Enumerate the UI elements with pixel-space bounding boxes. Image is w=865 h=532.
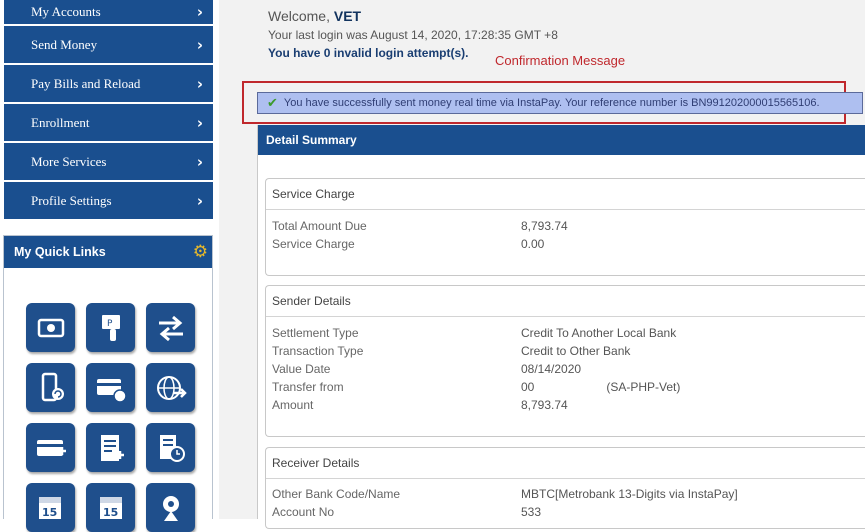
chevron-right-icon: › — [196, 35, 203, 54]
detail-row: Service Charge 0.00 — [266, 235, 865, 253]
sidebar-item-label: Send Money — [31, 36, 98, 52]
chevron-right-icon: › — [196, 74, 203, 93]
detail-row: Transfer from 00 (SA-PHP-Vet) — [266, 378, 865, 396]
row-label: Value Date — [272, 362, 331, 376]
detail-summary-panel: Detail Summary Service Charge Total Amou… — [257, 125, 865, 529]
quick-links-grid: P 15 15 — [26, 303, 195, 532]
confirmation-text: You have successfully sent money real ti… — [283, 97, 820, 109]
row-value: MBTC[Metrobank 13-Digits via InstaPay] — [521, 487, 738, 501]
section-title: Receiver Details — [266, 448, 865, 479]
quick-links-header: My Quick Links ⚙ — [4, 236, 212, 268]
row-value: 8,793.74 — [521, 219, 568, 233]
welcome-message: Welcome, VET — [268, 7, 467, 24]
detail-row: Settlement Type Credit To Another Local … — [266, 324, 865, 342]
sidebar-item-label: More Services — [31, 153, 107, 169]
sidebar-item-label: Profile Settings — [31, 192, 112, 208]
transfer-arrows-icon[interactable] — [146, 303, 195, 352]
receiver-details-section: Receiver Details Other Bank Code/Name MB… — [265, 447, 865, 529]
annotation-label: Confirmation Message — [495, 53, 626, 68]
location-icon[interactable] — [146, 483, 195, 532]
detail-row: Other Bank Code/Name MBTC[Metrobank 13-D… — [266, 485, 865, 503]
sidebar-item-send-money[interactable]: Send Money › — [4, 26, 213, 63]
sidebar-item-more-services[interactable]: More Services › — [4, 143, 213, 180]
row-label: Account No — [272, 505, 335, 519]
sidebar-item-my-accounts[interactable]: My Accounts › — [4, 0, 213, 24]
user-name: VET — [333, 8, 362, 24]
pay-touch-icon[interactable]: P — [86, 303, 135, 352]
sidebar-item-label: Pay Bills and Reload — [31, 75, 141, 91]
detail-row: Total Amount Due 8,793.74 — [266, 217, 865, 235]
row-label: Settlement Type — [272, 326, 359, 340]
last-login-text: Your last login was August 14, 2020, 17:… — [268, 28, 558, 42]
detail-row: Amount 8,793.74 — [266, 396, 865, 414]
sender-details-section: Sender Details Settlement Type Credit To… — [265, 285, 865, 437]
gear-icon[interactable]: ⚙ — [193, 242, 208, 262]
row-value: 08/14/2020 — [521, 362, 582, 376]
chevron-right-icon: › — [196, 3, 203, 21]
welcome-prefix: Welcome, — [268, 8, 330, 24]
sidebar-item-enrollment[interactable]: Enrollment › — [4, 104, 213, 141]
row-value: Credit To Another Local Bank — [521, 326, 677, 340]
confirmation-message: ✔ You have successfully sent money real … — [257, 92, 863, 114]
redacted-name — [361, 7, 467, 21]
sidebar-item-profile-settings[interactable]: Profile Settings › — [4, 182, 213, 219]
chevron-right-icon: › — [196, 191, 203, 210]
invalid-attempts-text: You have 0 invalid login attempt(s). — [268, 46, 469, 60]
quick-links-panel: My Quick Links ⚙ P 15 15 — [3, 235, 213, 532]
row-label: Transfer from — [272, 380, 344, 394]
row-value: 8,793.74 — [521, 398, 568, 412]
document-add-icon[interactable] — [86, 423, 135, 472]
chevron-right-icon: › — [196, 152, 203, 171]
checkmark-icon: ✔ — [267, 95, 278, 111]
card-reload-icon[interactable] — [86, 363, 135, 412]
mobile-reload-icon[interactable] — [26, 363, 75, 412]
sidebar-item-label: Enrollment — [31, 114, 90, 130]
row-label: Transaction Type — [272, 344, 364, 358]
service-charge-section: Service Charge Total Amount Due 8,793.74… — [265, 178, 865, 276]
row-label: Total Amount Due — [272, 219, 367, 233]
main-content: Welcome, VET Your last login was August … — [219, 0, 865, 529]
row-value: Credit to Other Bank — [521, 344, 631, 358]
row-value: 0.00 — [521, 237, 545, 251]
row-label: Amount — [272, 398, 314, 412]
detail-summary-header: Detail Summary — [258, 125, 865, 155]
row-value: 00 (SA-PHP-Vet) — [521, 380, 680, 394]
quick-links-title: My Quick Links — [14, 245, 106, 259]
section-title: Sender Details — [266, 286, 865, 317]
section-title: Service Charge — [266, 179, 865, 210]
schedule-icon[interactable] — [146, 423, 195, 472]
card-payment-icon[interactable] — [26, 423, 75, 472]
chevron-right-icon: › — [196, 113, 203, 132]
detail-summary-title: Detail Summary — [266, 133, 357, 147]
svg-text:15: 15 — [103, 506, 118, 519]
account-prefix: 00 — [521, 380, 535, 394]
globe-transfer-icon[interactable] — [146, 363, 195, 412]
detail-row: Account No 533 — [266, 503, 865, 521]
row-label: Other Bank Code/Name — [272, 487, 401, 501]
detail-row: Value Date 08/14/2020 — [266, 360, 865, 378]
calendar-add-icon[interactable]: 15 — [26, 483, 75, 532]
svg-text:P: P — [107, 319, 113, 329]
row-value: 533 — [521, 505, 542, 519]
calendar-icon[interactable]: 15 — [86, 483, 135, 532]
detail-row: Transaction Type Credit to Other Bank — [266, 342, 865, 360]
svg-text:15: 15 — [42, 506, 57, 519]
bill-icon[interactable] — [26, 303, 75, 352]
account-nickname: (SA-PHP-Vet) — [606, 380, 681, 394]
sidebar-menu: My Accounts › Send Money › Pay Bills and… — [4, 0, 213, 221]
row-label: Service Charge — [272, 237, 355, 251]
sidebar-item-label: My Accounts — [31, 4, 101, 19]
sidebar-item-pay-bills[interactable]: Pay Bills and Reload › — [4, 65, 213, 102]
